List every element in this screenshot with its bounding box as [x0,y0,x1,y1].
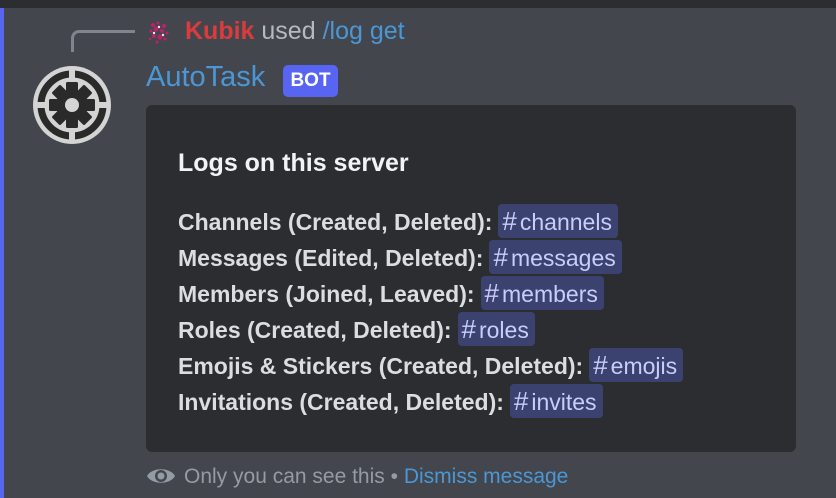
log-row-label: Members (Joined, Leaved): [178,281,475,307]
channel-name: channels [519,209,612,235]
log-row-messages: Messages (Edited, Deleted): # messages [178,240,622,276]
log-embed: Logs on this server Channels (Created, D… [146,105,796,452]
log-row-label: Invitations (Created, Deleted): [178,389,504,415]
channel-mention-members[interactable]: # members [480,276,604,310]
ephemeral-text: Only you can see this [184,465,385,488]
bot-badge: BOT [283,65,338,97]
channel-mention-emojis[interactable]: # emojis [589,348,684,382]
channel-name: roles [478,317,529,343]
log-row-invites: Invitations (Created, Deleted): # invites [178,384,603,420]
reply-command[interactable]: /log get [323,17,405,45]
top-strip [0,0,836,8]
log-row-label: Channels (Created, Deleted): [178,209,493,235]
bot-username[interactable]: AutoTask [146,58,265,96]
hash-icon: # [513,386,529,416]
channel-name: members [502,281,598,307]
dismiss-message-link[interactable]: Dismiss message [404,465,569,488]
log-row-roles: Roles (Created, Deleted): # roles [178,312,535,348]
highlight-bar [0,8,4,498]
channel-name: messages [510,245,616,271]
log-row-emojis: Emojis & Stickers (Created, Deleted): # em… [178,348,684,384]
channel-mention-roles[interactable]: # roles [457,312,535,346]
channel-mention-messages[interactable]: # messages [489,240,622,274]
embed-title: Logs on this server [178,149,409,177]
reply-connector [71,30,135,52]
reply-user-avatar[interactable] [144,17,174,47]
footer-separator: • [390,465,398,488]
hash-icon: # [593,350,608,380]
log-row-label: Emojis & Stickers (Created, Deleted): [178,353,584,379]
hash-icon: # [502,206,517,236]
reply-username[interactable]: Kubik [185,17,254,45]
channel-name: invites [531,389,597,415]
eye-icon [147,469,175,483]
bot-avatar-gear-icon[interactable] [32,65,112,145]
channel-name: emojis [610,353,678,379]
reply-used-text: used [261,17,316,45]
hash-icon: # [484,278,499,308]
log-row-channels: Channels (Created, Deleted): # channels [178,204,618,240]
log-row-members: Members (Joined, Leaved): # members [178,276,604,312]
ephemeral-footer: Only you can see this • Dismiss message [146,460,568,494]
message: Kubik used /log get AutoTask BOT Logs on… [0,8,836,498]
channel-mention-invites[interactable]: # invites [509,384,603,418]
channel-mention-channels[interactable]: # channels [498,204,618,238]
reply-context[interactable]: Kubik used /log get [185,14,405,48]
hash-icon: # [493,242,508,272]
log-row-label: Messages (Edited, Deleted): [178,245,484,271]
log-row-label: Roles (Created, Deleted): [178,317,452,343]
hash-icon: # [461,314,476,344]
